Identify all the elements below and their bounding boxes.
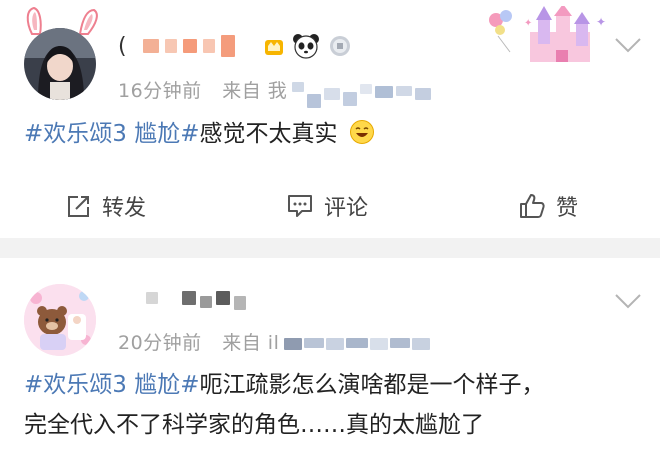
silver-medal-icon bbox=[330, 36, 350, 56]
topic-link[interactable]: #欢乐颂3 尴尬# bbox=[24, 121, 200, 147]
post-content: #欢乐颂3 尴尬#感觉不太真实 bbox=[24, 117, 375, 151]
post-time: 20分钟前 bbox=[118, 332, 202, 354]
post-content: #欢乐颂3 尴尬#呃江疏影怎么演啥都是一个样子， 完全代入不了科学家的角色……真… bbox=[24, 368, 545, 442]
comment-icon bbox=[288, 195, 312, 217]
source-name[interactable]: 我 bbox=[268, 80, 288, 102]
post-text-line1: 呃江疏影怎么演啥都是一个样子， bbox=[199, 372, 545, 398]
post-text: 感觉不太真实 bbox=[199, 121, 338, 147]
post-meta: 16分钟前 来自 我 bbox=[118, 76, 287, 103]
source-name[interactable]: il bbox=[268, 332, 280, 354]
laughing-face-emoji bbox=[349, 120, 374, 144]
comment-button[interactable]: 评论 bbox=[286, 178, 368, 234]
weibo-post-1: ( ✦ ✦ 16分钟前 来自 我 #欢乐颂3 尴尬#感觉不太真实 转发 评论 赞 bbox=[0, 0, 660, 238]
action-bar: 转发 评论 赞 bbox=[0, 178, 660, 234]
panda-icon bbox=[293, 34, 319, 59]
repost-label: 转发 bbox=[102, 196, 147, 221]
repost-button[interactable]: 转发 bbox=[66, 178, 146, 234]
like-label: 赞 bbox=[556, 196, 579, 221]
comment-label: 评论 bbox=[324, 196, 369, 221]
post-line-1: #欢乐颂3 尴尬#呃江疏影怎么演啥都是一个样子， bbox=[24, 368, 545, 402]
username-redacted[interactable]: ( bbox=[118, 34, 235, 59]
svg-text:✦: ✦ bbox=[596, 15, 606, 29]
source-redacted bbox=[292, 82, 431, 108]
post-meta: 20分钟前 来自 il bbox=[118, 328, 279, 355]
post-text-line2: 完全代入不了科学家的角色……真的太尴尬了 bbox=[24, 412, 484, 438]
source-prefix: 来自 bbox=[222, 332, 262, 354]
topic-link[interactable]: #欢乐颂3 尴尬# bbox=[24, 372, 200, 398]
source-redacted bbox=[284, 338, 430, 350]
castle-decoration-icon: ✦ ✦ bbox=[489, 6, 606, 62]
post-time: 16分钟前 bbox=[118, 80, 202, 102]
weibo-post-2: 20分钟前 来自 il #欢乐颂3 尴尬#呃江疏影怎么演啥都是一个样子， 完全代… bbox=[0, 258, 660, 472]
repost-icon bbox=[68, 196, 89, 217]
like-button[interactable]: 赞 bbox=[518, 178, 578, 234]
chevron-down-icon[interactable] bbox=[614, 36, 642, 54]
username-redacted[interactable] bbox=[146, 286, 246, 310]
post-line-2: 完全代入不了科学家的角色……真的太尴尬了 bbox=[24, 408, 545, 442]
source-prefix: 来自 bbox=[222, 80, 262, 102]
crown-badge-icon bbox=[265, 40, 283, 55]
svg-text:✦: ✦ bbox=[524, 18, 532, 29]
avatar[interactable] bbox=[24, 284, 96, 356]
avatar[interactable] bbox=[24, 28, 96, 100]
chevron-down-icon[interactable] bbox=[614, 292, 642, 310]
thumbs-up-icon bbox=[520, 194, 545, 218]
